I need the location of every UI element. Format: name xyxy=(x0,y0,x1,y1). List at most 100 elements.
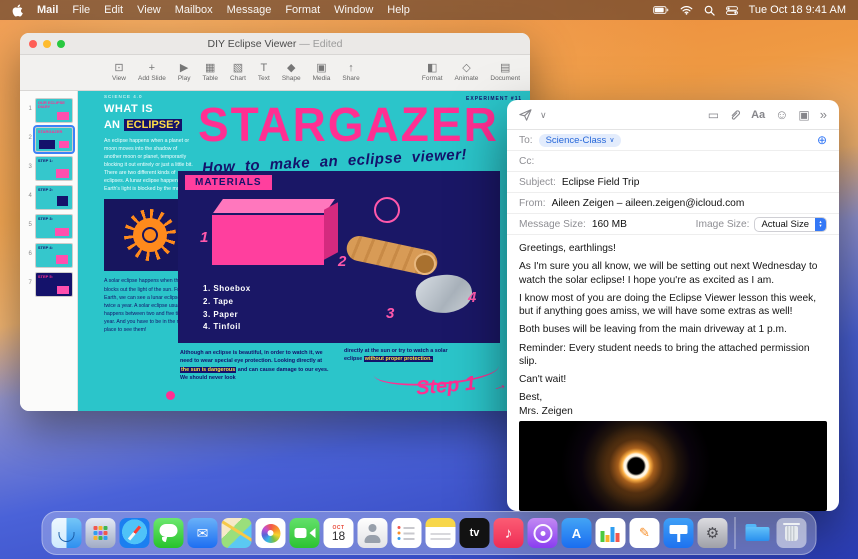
menu-item-window[interactable]: Window xyxy=(334,4,373,16)
media-icon: ▣ xyxy=(316,62,327,74)
subject-field[interactable]: Subject: Eclipse Field Trip xyxy=(507,172,839,193)
sidebar-slide-6[interactable]: 6 STEP 4: xyxy=(20,241,77,270)
search-icon[interactable] xyxy=(704,5,715,16)
toolbar-item-table[interactable]: ▦ Table xyxy=(202,63,219,83)
menu-item-mailbox[interactable]: Mailbox xyxy=(175,4,213,16)
sidebar-slide-7[interactable]: 7 STEP 5: xyxy=(20,270,77,299)
format-text-icon[interactable]: Aa xyxy=(751,109,765,121)
menu-item-view[interactable]: View xyxy=(137,4,161,16)
toolbar-label: Share xyxy=(342,75,360,82)
dock-downloads-icon[interactable] xyxy=(743,518,773,548)
dock-reminders-icon[interactable] xyxy=(391,518,422,548)
send-icon[interactable] xyxy=(519,108,532,121)
dock-contacts-icon[interactable] xyxy=(357,518,388,548)
dock-settings-icon[interactable]: ⚙ xyxy=(697,518,728,548)
desktop[interactable]: { "colors": { "canvas_teal": "#2BC5CA", … xyxy=(0,0,858,559)
slide-number: 3 xyxy=(28,164,32,170)
toolbar-item-share[interactable]: ↑ Share xyxy=(342,63,360,83)
mail-compose-window[interactable]: ∨ ▭ Aa ☺ ▣ » To: Science-Class ∨ ⊕ Cc: Su… xyxy=(507,100,839,511)
poster-title: STARGAZER xyxy=(198,96,499,152)
menu-item-message[interactable]: Message xyxy=(227,4,272,16)
menu-item-help[interactable]: Help xyxy=(387,4,410,16)
toolbar-item-play[interactable]: ▶ Play xyxy=(177,63,191,83)
from-value: Aileen Zeigen – aileen.zeigen@icloud.com xyxy=(551,197,745,209)
toolbar-item-document[interactable]: ▤ Document xyxy=(490,62,520,83)
from-field[interactable]: From: Aileen Zeigen – aileen.zeigen@iclo… xyxy=(507,193,839,214)
sidebar-slide-1[interactable]: 1 OUR ECLIPSE DIARY xyxy=(20,96,77,125)
dock-appstore-icon[interactable]: A xyxy=(561,518,592,548)
header-fields-icon[interactable]: ▭ xyxy=(708,109,719,121)
dock-launchpad-icon[interactable] xyxy=(85,518,116,548)
sidebar-slide-5[interactable]: 5 STEP 3: xyxy=(20,212,77,241)
dock-trash-icon[interactable] xyxy=(776,518,807,548)
toolbar-item-format[interactable]: ◧ Format xyxy=(421,63,443,83)
dock-tv-icon[interactable]: tv xyxy=(459,518,490,548)
menu-bar-clock[interactable]: Tue Oct 18 9:41 AM xyxy=(749,4,846,16)
dock-numbers-icon[interactable] xyxy=(595,518,626,548)
more-toolbar-icon[interactable]: » xyxy=(820,108,827,121)
emoji-icon[interactable]: ☺ xyxy=(775,108,788,121)
image-size-select[interactable]: Actual Size ▴ ▾ xyxy=(754,216,827,232)
recipient-token[interactable]: Science-Class ∨ xyxy=(538,133,622,147)
dock-facetime-icon[interactable] xyxy=(289,518,320,548)
dock-music-icon[interactable]: ♪ xyxy=(493,518,524,548)
photo-browser-icon[interactable]: ▣ xyxy=(798,109,809,121)
callout-number: 1 xyxy=(200,229,209,246)
toolbar-label: Table xyxy=(202,75,219,82)
dock-calendar-icon[interactable]: OCT 18 xyxy=(323,518,354,548)
sidebar-slide-3[interactable]: 3 STEP 1: xyxy=(20,154,77,183)
dock-maps-icon[interactable] xyxy=(221,518,252,548)
message-size-label: Message Size: xyxy=(519,218,586,230)
toolbar-item-chart[interactable]: ▧ Chart xyxy=(230,63,246,83)
sidebar-slide-2[interactable]: 2 STARGAZER xyxy=(20,125,77,154)
toolbar-label: Format xyxy=(421,75,443,82)
dock-photos-icon[interactable] xyxy=(255,518,286,548)
toolbar-item-animate[interactable]: ◇ Animate xyxy=(455,63,479,83)
document-icon: ▤ xyxy=(499,62,511,74)
menu-item-edit[interactable]: Edit xyxy=(104,4,123,16)
wifi-icon[interactable] xyxy=(680,5,693,15)
battery-icon[interactable] xyxy=(652,6,669,14)
message-body[interactable]: Greetings, earthlings! As I'm sure you a… xyxy=(507,235,839,511)
view-icon: ⊡ xyxy=(114,62,124,74)
dock-messages-icon[interactable] xyxy=(153,518,184,548)
close-button[interactable] xyxy=(29,39,37,48)
keynote-window[interactable]: DIY Eclipse Viewer — Edited ⊡ View + Add S… xyxy=(20,33,530,411)
zoom-button[interactable] xyxy=(57,39,65,48)
dock-notes-icon[interactable] xyxy=(425,518,456,548)
control-center-icon[interactable] xyxy=(725,5,738,15)
sidebar-slide-4[interactable]: 4 STEP 2: xyxy=(20,183,77,212)
slide-canvas[interactable]: SCIENCE 4.0 EXPERIMENT #11 WHAT IS AN EC… xyxy=(78,91,530,411)
menu-item-mail[interactable]: Mail xyxy=(37,4,58,16)
minimize-button[interactable] xyxy=(43,39,51,48)
chevron-down-icon[interactable]: ∨ xyxy=(540,109,547,121)
dock-mail-icon[interactable]: ✉ xyxy=(187,518,218,548)
body-paragraph: As I'm sure you all know, we will be set… xyxy=(519,261,818,286)
attach-icon[interactable] xyxy=(729,109,741,121)
dock-keynote-icon[interactable] xyxy=(663,518,694,548)
to-field[interactable]: To: Science-Class ∨ ⊕ xyxy=(507,130,839,151)
cc-field[interactable]: Cc: xyxy=(507,151,839,172)
menu-item-format[interactable]: Format xyxy=(285,4,320,16)
stepper-icon[interactable]: ▴ ▾ xyxy=(815,217,826,231)
menu-item-file[interactable]: File xyxy=(72,4,90,16)
dock-pages-icon[interactable]: ✎ xyxy=(629,518,660,548)
toolbar-item-add-slide[interactable]: + Add Slide xyxy=(138,63,166,83)
toolbar-item-media[interactable]: ▣ Media xyxy=(313,62,331,83)
toolbar-item-shape[interactable]: ◆ Shape xyxy=(282,63,301,83)
from-label: From: xyxy=(519,197,546,209)
body-paragraph: Reminder: Every student needs to bring t… xyxy=(519,342,810,367)
slide-thumb-label: OUR ECLIPSE DIARY xyxy=(37,100,65,110)
toolbar-item-text[interactable]: T Text xyxy=(258,63,270,83)
tinfoil-illustration xyxy=(413,271,475,317)
dock-safari-icon[interactable] xyxy=(119,518,150,548)
add-recipient-button[interactable]: ⊕ xyxy=(817,134,827,146)
apple-menu-icon[interactable] xyxy=(12,3,23,17)
eclipse-photo-attachment[interactable] xyxy=(519,420,827,511)
dock-finder-icon[interactable] xyxy=(51,518,82,548)
keynote-title-bar[interactable]: DIY Eclipse Viewer — Edited xyxy=(20,33,530,55)
toolbar-item-view[interactable]: ⊡ View xyxy=(112,62,126,83)
toolbar-label: Play xyxy=(177,75,191,82)
music-note-icon: ♪ xyxy=(504,524,513,542)
dock-podcasts-icon[interactable] xyxy=(527,518,558,548)
